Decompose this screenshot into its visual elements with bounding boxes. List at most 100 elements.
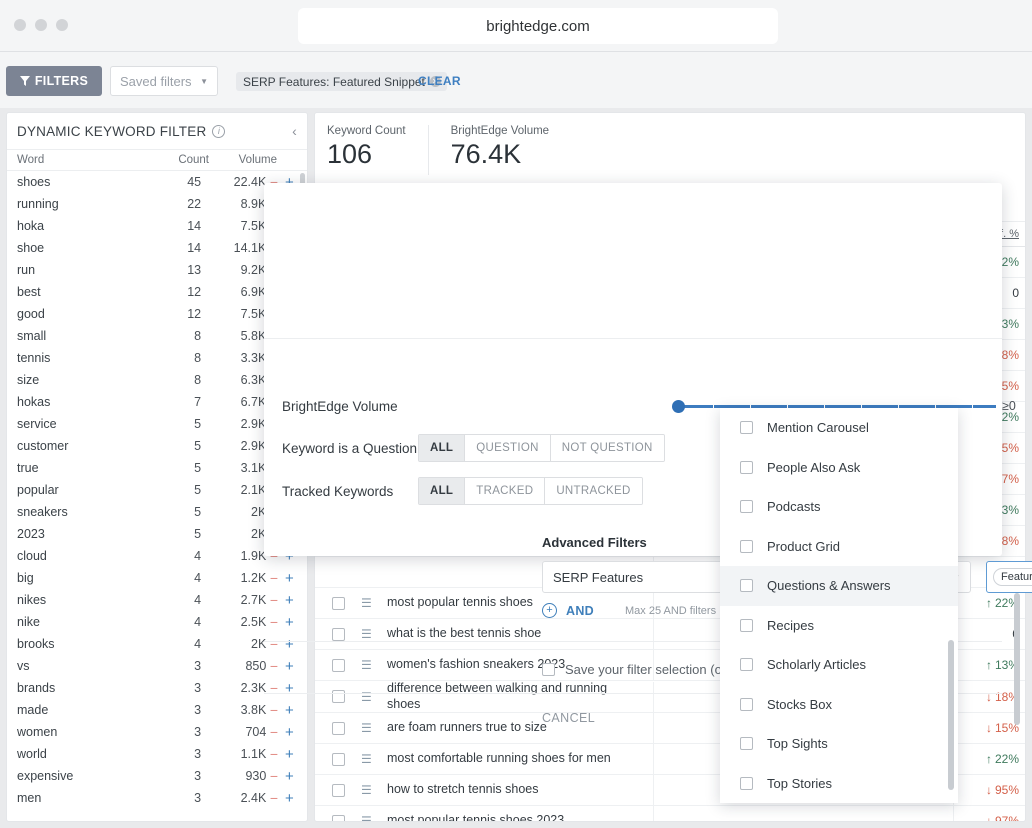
keyword-filter-row[interactable]: 202352K−+	[7, 523, 307, 545]
exclude-keyword-icon[interactable]: −	[266, 724, 281, 740]
option-checkbox[interactable]	[740, 737, 753, 750]
exclude-keyword-icon[interactable]: −	[266, 592, 281, 608]
keyword-filter-row[interactable]: shoes4522.4K−+	[7, 171, 307, 193]
tracked-option-2[interactable]: UNTRACKED	[545, 478, 641, 504]
url-bar[interactable]: brightedge.com	[298, 8, 778, 44]
row-checkbox[interactable]	[332, 722, 345, 735]
keyword-filter-row[interactable]: size86.3K−+	[7, 369, 307, 391]
keyword-filter-row[interactable]: women3704−+	[7, 721, 307, 743]
exclude-keyword-icon[interactable]: −	[266, 636, 281, 652]
row-checkbox[interactable]	[332, 597, 345, 610]
exclude-keyword-icon[interactable]: −	[266, 790, 281, 806]
slider-knob[interactable]	[672, 400, 685, 413]
keyword-filter-row[interactable]: shoe1414.1K−+	[7, 237, 307, 259]
keyword-filter-row[interactable]: big41.2K−+	[7, 567, 307, 589]
keyword-filter-row[interactable]: men32.4K−+	[7, 787, 307, 809]
minimize-window-icon[interactable]	[35, 19, 47, 31]
keyword-filter-row[interactable]: hokas76.7K−+	[7, 391, 307, 413]
dropdown-option-0[interactable]: Mention Carousel	[720, 408, 958, 448]
question-option-2[interactable]: NOT QUESTION	[551, 435, 664, 461]
include-keyword-icon[interactable]: +	[282, 768, 297, 785]
keyword-filter-row[interactable]: world31.1K−+	[7, 743, 307, 765]
question-segmented-control[interactable]: ALLQUESTIONNOT QUESTION	[418, 434, 665, 462]
dropdown-option-4[interactable]: Questions & Answers	[720, 566, 958, 606]
content-scrollbar[interactable]	[1014, 593, 1020, 725]
include-keyword-icon[interactable]: +	[282, 614, 297, 631]
include-keyword-icon[interactable]: +	[282, 790, 297, 807]
keyword-filter-row[interactable]: small85.8K−+	[7, 325, 307, 347]
keyword-filter-row[interactable]: cloud41.9K−+	[7, 545, 307, 567]
add-and-filter-row[interactable]: + AND Max 25 AND filters	[542, 603, 716, 618]
include-keyword-icon[interactable]: +	[282, 636, 297, 653]
option-checkbox[interactable]	[740, 777, 753, 790]
keyword-filter-row[interactable]: true53.1K−+	[7, 457, 307, 479]
exclude-keyword-icon[interactable]: −	[266, 658, 281, 674]
row-checkbox[interactable]	[332, 659, 345, 672]
include-keyword-icon[interactable]: +	[282, 702, 297, 719]
include-keyword-icon[interactable]: +	[282, 746, 297, 763]
dropdown-option-9[interactable]: Top Stories	[720, 764, 958, 804]
option-checkbox[interactable]	[740, 461, 753, 474]
include-keyword-icon[interactable]: +	[282, 570, 297, 587]
keyword-filter-row[interactable]: customer52.9K−+	[7, 435, 307, 457]
saved-filters-dropdown[interactable]: Saved filters ▼	[110, 66, 218, 96]
dropdown-scrollbar[interactable]	[948, 640, 954, 790]
exclude-keyword-icon[interactable]: −	[266, 746, 281, 762]
include-keyword-icon[interactable]: +	[282, 592, 297, 609]
applied-filter-chip[interactable]: SERP Features: Featured Snippet ✕	[236, 72, 447, 91]
dropdown-option-6[interactable]: Scholarly Articles	[720, 645, 958, 685]
info-icon[interactable]: i	[212, 125, 225, 138]
exclude-keyword-icon[interactable]: −	[266, 702, 281, 718]
keyword-filter-row[interactable]: expensive3930−+	[7, 765, 307, 787]
option-checkbox[interactable]	[740, 421, 753, 434]
exclude-keyword-icon[interactable]: −	[266, 570, 281, 586]
keyword-filter-row[interactable]: good127.5K−+	[7, 303, 307, 325]
keyword-filter-row[interactable]: brands32.3K−+	[7, 677, 307, 699]
collapse-panel-icon[interactable]: ‹	[292, 123, 297, 139]
option-checkbox[interactable]	[740, 579, 753, 592]
keyword-filter-row[interactable]: running228.9K−+	[7, 193, 307, 215]
tracked-segmented-control[interactable]: ALLTRACKEDUNTRACKED	[418, 477, 643, 505]
cancel-button[interactable]: CANCEL	[542, 711, 595, 725]
keyword-filter-row[interactable]: made33.8K−+	[7, 699, 307, 721]
close-window-icon[interactable]	[14, 19, 26, 31]
dropdown-option-1[interactable]: People Also Ask	[720, 448, 958, 488]
clear-filters-link[interactable]: CLEAR	[418, 74, 461, 88]
keyword-filter-row[interactable]: best126.9K−+	[7, 281, 307, 303]
keyword-filter-row[interactable]: brooks42K−+	[7, 633, 307, 655]
keyword-filter-row[interactable]: service52.9K−+	[7, 413, 307, 435]
keyword-filter-row[interactable]: tennis83.3K−+	[7, 347, 307, 369]
keyword-filter-row[interactable]: popular52.1K−+	[7, 479, 307, 501]
include-keyword-icon[interactable]: +	[282, 658, 297, 675]
option-checkbox[interactable]	[740, 500, 753, 513]
save-filter-checkbox[interactable]	[542, 663, 555, 676]
row-checkbox[interactable]	[332, 753, 345, 766]
row-checkbox[interactable]	[332, 784, 345, 797]
exclude-keyword-icon[interactable]: −	[266, 614, 281, 630]
dropdown-option-2[interactable]: Podcasts	[720, 487, 958, 527]
filters-button[interactable]: FILTERS	[6, 66, 102, 96]
dropdown-option-8[interactable]: Top Sights	[720, 724, 958, 764]
option-checkbox[interactable]	[740, 658, 753, 671]
keyword-filter-row[interactable]: nikes42.7K−+	[7, 589, 307, 611]
question-option-1[interactable]: QUESTION	[465, 435, 550, 461]
keyword-filter-row[interactable]: nike42.5K−+	[7, 611, 307, 633]
row-checkbox[interactable]	[332, 628, 345, 641]
tracked-option-0[interactable]: ALL	[419, 478, 465, 504]
keyword-filter-row[interactable]: vs3850−+	[7, 655, 307, 677]
option-checkbox[interactable]	[740, 698, 753, 711]
row-checkbox[interactable]	[332, 815, 345, 822]
keyword-filter-row[interactable]: hoka147.5K−+	[7, 215, 307, 237]
exclude-keyword-icon[interactable]: −	[266, 768, 281, 784]
dropdown-option-7[interactable]: Stocks Box	[720, 685, 958, 725]
table-row[interactable]: ☰most popular tennis shoes 2023↓97%	[315, 806, 1026, 822]
plus-icon[interactable]: +	[542, 603, 557, 618]
tracked-option-1[interactable]: TRACKED	[465, 478, 545, 504]
selected-value-chip[interactable]: Featured Snippet ✕	[993, 568, 1032, 586]
option-checkbox[interactable]	[740, 619, 753, 632]
question-option-0[interactable]: ALL	[419, 435, 465, 461]
keyword-filter-row[interactable]: run139.2K−+	[7, 259, 307, 281]
filter-value-multiselect[interactable]: Featured Snippet ✕ Filter value ✕ ▲	[986, 561, 1032, 593]
dropdown-option-5[interactable]: Recipes	[720, 606, 958, 646]
option-checkbox[interactable]	[740, 540, 753, 553]
